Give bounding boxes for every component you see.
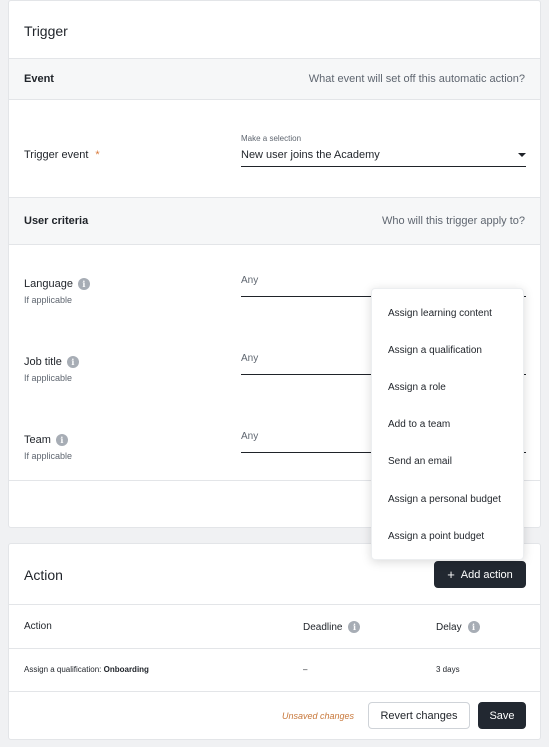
language-sub: If applicable bbox=[24, 295, 73, 305]
column-deadline-label: Deadline bbox=[303, 621, 343, 633]
job-title-label-text: Job title bbox=[24, 356, 62, 368]
row-delay: 3 days bbox=[436, 665, 460, 674]
menu-item-assign-learning-content[interactable]: Assign learning content bbox=[388, 308, 492, 319]
add-action-label: Add action bbox=[460, 568, 513, 581]
column-action: Action bbox=[24, 621, 52, 632]
plus-icon: + bbox=[447, 567, 455, 582]
column-deadline: Deadline i bbox=[303, 621, 361, 633]
info-icon[interactable]: i bbox=[55, 434, 68, 446]
unsaved-changes-text: Unsaved changes bbox=[282, 711, 355, 721]
column-action-label: Action bbox=[24, 621, 52, 632]
language-label-text: Language bbox=[24, 278, 73, 290]
criteria-section-label: User criteria bbox=[24, 215, 89, 227]
row-action: Assign a qualification: Onboarding bbox=[24, 665, 149, 674]
language-label: Language i bbox=[24, 278, 90, 290]
row-action-name: Onboarding bbox=[103, 665, 149, 674]
menu-item-assign-qualification[interactable]: Assign a qualification bbox=[388, 345, 482, 356]
info-icon[interactable]: i bbox=[348, 621, 361, 633]
select-hint: Make a selection bbox=[241, 134, 302, 143]
info-icon[interactable]: i bbox=[77, 278, 90, 290]
trigger-event-select[interactable]: Make a selection New user joins the Acad… bbox=[241, 134, 526, 167]
action-title: Action bbox=[24, 567, 63, 583]
trigger-event-label: Trigger event * bbox=[24, 149, 100, 161]
trigger-event-label-text: Trigger event bbox=[24, 149, 89, 161]
event-section-header: Event What event will set off this autom… bbox=[9, 58, 540, 100]
info-icon[interactable]: i bbox=[467, 621, 480, 633]
team-label-text: Team bbox=[24, 434, 51, 446]
divider bbox=[9, 604, 540, 605]
caret-down-icon bbox=[518, 153, 526, 157]
action-card: Action + Add action Action Deadline i De… bbox=[8, 543, 541, 740]
job-title-sub: If applicable bbox=[24, 373, 73, 383]
menu-item-add-to-team[interactable]: Add to a team bbox=[388, 419, 450, 430]
menu-item-assign-role[interactable]: Assign a role bbox=[388, 382, 446, 393]
revert-changes-button[interactable]: Revert changes bbox=[368, 702, 470, 729]
team-label: Team i bbox=[24, 434, 68, 446]
add-action-menu: Assign learning content Assign a qualifi… bbox=[371, 288, 524, 560]
row-action-prefix: Assign a qualification: bbox=[24, 665, 104, 674]
required-mark: * bbox=[95, 149, 100, 161]
save-button[interactable]: Save bbox=[478, 702, 526, 729]
team-sub: If applicable bbox=[24, 451, 73, 461]
info-icon[interactable]: i bbox=[66, 356, 79, 368]
add-action-button[interactable]: + Add action bbox=[434, 561, 526, 588]
job-title-label: Job title i bbox=[24, 356, 79, 368]
event-section-hint: What event will set off this automatic a… bbox=[308, 73, 525, 85]
column-delay: Delay i bbox=[436, 621, 480, 633]
column-delay-label: Delay bbox=[436, 621, 462, 633]
menu-item-send-email[interactable]: Send an email bbox=[388, 456, 452, 467]
trigger-title: Trigger bbox=[24, 23, 68, 39]
menu-item-assign-personal-budget[interactable]: Assign a personal budget bbox=[388, 494, 501, 505]
criteria-section-hint: Who will this trigger apply to? bbox=[381, 215, 525, 227]
criteria-section-header: User criteria Who will this trigger appl… bbox=[9, 197, 540, 245]
event-section-label: Event bbox=[24, 73, 54, 85]
divider bbox=[9, 648, 540, 649]
menu-item-assign-point-budget[interactable]: Assign a point budget bbox=[388, 531, 484, 542]
row-deadline: – bbox=[303, 665, 308, 674]
select-value: New user joins the Academy bbox=[241, 149, 380, 161]
divider bbox=[9, 691, 540, 692]
